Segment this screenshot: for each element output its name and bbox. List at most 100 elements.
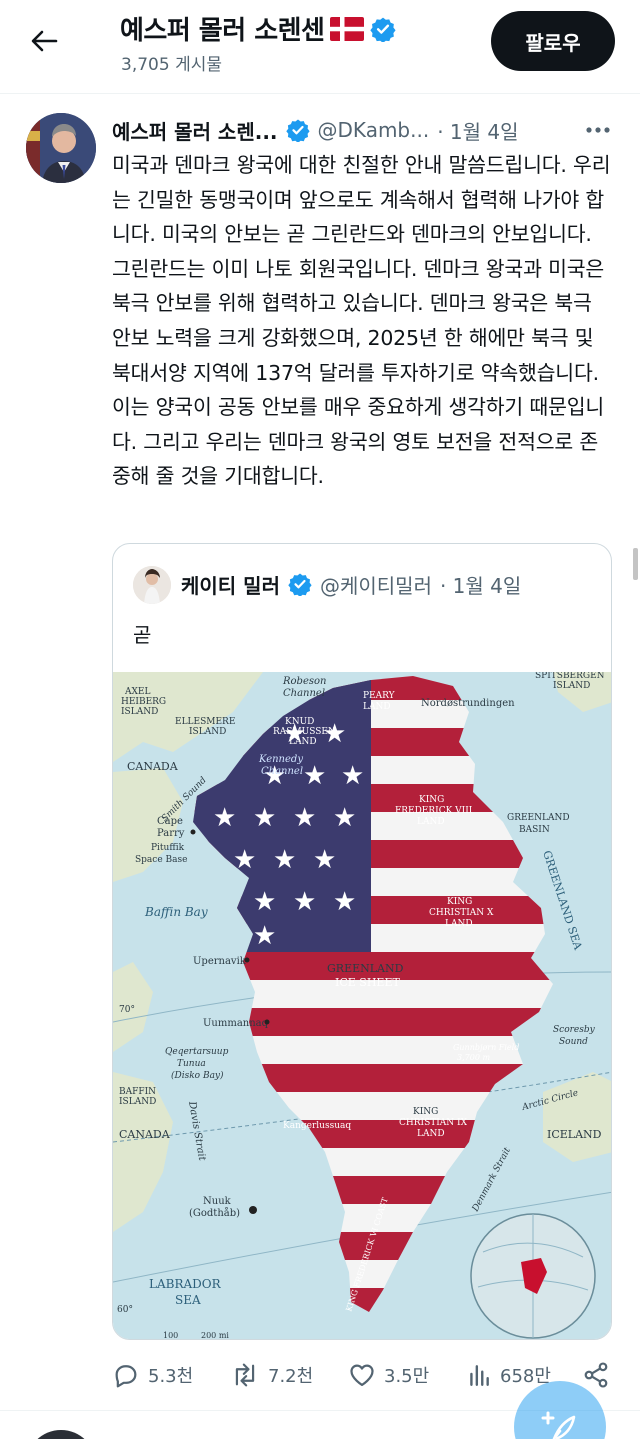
like-count: 3.5만 xyxy=(384,1366,430,1387)
label-space-base: Space Base xyxy=(135,855,187,865)
share-icon xyxy=(584,1362,608,1388)
label-axel: AXEL xyxy=(124,687,150,697)
label-iceland: ICELAND xyxy=(547,1128,602,1141)
label-frederick-viii: FREDERICK VIII xyxy=(395,806,473,816)
back-button[interactable] xyxy=(24,24,64,58)
svg-text:★: ★ xyxy=(333,803,356,833)
views-icon xyxy=(470,1365,489,1386)
svg-text:★: ★ xyxy=(253,921,276,951)
label-godthab: (Godthåb) xyxy=(189,1207,240,1219)
svg-text:★: ★ xyxy=(293,803,316,833)
quote-header: 케이티 밀러 @케이티밀러 · 1월 4일 xyxy=(181,568,521,600)
quote-author-handle: @케이티밀러 xyxy=(319,573,432,598)
svg-text:★: ★ xyxy=(293,887,316,917)
label-ice-sheet: ICE SHEET xyxy=(335,976,400,989)
label-tunua: Tunua xyxy=(177,1059,206,1069)
like-button[interactable]: 3.5만 xyxy=(348,1355,429,1395)
label-cape: Cape xyxy=(157,816,183,827)
label-scale-200: 200 mi xyxy=(201,1331,229,1340)
svg-text:★: ★ xyxy=(333,887,356,917)
label-king-christian-ix: KING xyxy=(413,1107,438,1117)
quote-date: · 1월 4일 xyxy=(439,573,522,598)
compose-icon xyxy=(541,1411,576,1439)
svg-text:★: ★ xyxy=(303,761,326,791)
repost-button[interactable]: 7.2천 xyxy=(230,1355,313,1395)
label-christian-ix: CHRISTIAN IX xyxy=(399,1118,468,1128)
label-labrador: LABRADOR xyxy=(149,1277,222,1291)
verified-badge-icon xyxy=(288,573,312,596)
svg-text:★: ★ xyxy=(341,761,364,791)
label-knud: KNUD xyxy=(285,717,314,727)
label-channel: Channel xyxy=(283,688,325,699)
more-button[interactable] xyxy=(584,118,612,142)
map-dot-uummannaq xyxy=(264,1019,270,1025)
reply-count: 5.3천 xyxy=(148,1366,194,1387)
label-qeqertarsuup: Qeqertarsuup xyxy=(165,1047,229,1057)
reply-button[interactable]: 5.3천 xyxy=(112,1355,193,1395)
label-frederick-land: LAND xyxy=(417,817,445,827)
label-ellesmere: ELLESMERE xyxy=(175,717,235,727)
map-dot-pituffik xyxy=(190,829,196,835)
next-tweet-avatar[interactable] xyxy=(26,1430,96,1439)
greenland-flag-map[interactable]: ★ ★ ★ ★ ★ ★ ★ ★ ★ ★ ★ ★ ★ ★ ★ ★ Robeson … xyxy=(113,672,612,1340)
verified-badge-icon xyxy=(370,17,397,42)
svg-text:★: ★ xyxy=(313,845,336,875)
inset-globe xyxy=(470,1213,596,1339)
tweet-header: 예스퍼 몰러 소렌... @DKamb... · 1월 4일 xyxy=(112,114,519,146)
label-labrador-sea: SEA xyxy=(175,1293,201,1307)
profile-title: 예스퍼 몰러 소렌센 xyxy=(120,10,397,47)
label-christian-x: CHRISTIAN X xyxy=(429,908,494,918)
repost-count: 7.2천 xyxy=(268,1366,314,1387)
label-parry: Parry xyxy=(157,828,185,839)
label-upernavik: Upernavik xyxy=(193,956,247,967)
label-kennedy-channel: Channel xyxy=(261,766,303,777)
label-baffin: BAFFIN xyxy=(119,1087,156,1097)
label-pituffik: Pituffik xyxy=(151,843,185,853)
label-christian-x-land: LAND xyxy=(445,919,473,929)
label-scale-100: 100 xyxy=(163,1331,178,1340)
label-baffin-bay: Baffin Bay xyxy=(144,905,208,919)
author-name[interactable]: 예스퍼 몰러 소렌... xyxy=(112,116,278,145)
label-gunnbjorn: Gunnbjørn Field xyxy=(453,1043,519,1052)
label-disko-bay: (Disko Bay) xyxy=(171,1070,224,1081)
label-canada-south: CANADA xyxy=(119,1128,171,1141)
post-count: 3,705 게시물 xyxy=(121,55,222,75)
label-christian-ix-land: LAND xyxy=(417,1129,445,1139)
svg-text:★: ★ xyxy=(253,803,276,833)
profile-name: 예스퍼 몰러 소렌센 xyxy=(120,16,325,46)
label-greenland-icesheet: GREENLAND xyxy=(327,962,404,975)
label-baffin-island: ISLAND xyxy=(119,1097,156,1107)
tweet-date[interactable]: · 1월 4일 xyxy=(437,116,518,145)
label-70-deg: 70° xyxy=(119,1005,135,1015)
scrollbar-thumb[interactable] xyxy=(633,548,638,580)
label-spitsbergen: SPITSBERGEN xyxy=(535,672,605,681)
quote-author-name: 케이티 밀러 xyxy=(181,573,280,598)
back-arrow-icon xyxy=(31,30,58,52)
reply-icon xyxy=(115,1365,137,1388)
label-king-christian-x: KING xyxy=(447,897,472,907)
tweet-text: 미국과 덴마크 왕국에 대한 친절한 안내 말씀드립니다. 우리는 긴밀한 동맹… xyxy=(112,153,611,489)
repost-icon xyxy=(235,1363,255,1387)
label-axel-island: ISLAND xyxy=(121,707,158,717)
author-avatar[interactable] xyxy=(26,113,96,183)
denmark-flag-icon xyxy=(330,16,365,41)
label-robeson: Robeson xyxy=(282,676,326,687)
profile-header: 예스퍼 몰러 소렌센 3,705 게시물 팔로우 xyxy=(0,0,640,92)
header-divider xyxy=(0,93,640,94)
quoted-tweet[interactable]: 케이티 밀러 @케이티밀러 · 1월 4일 곧 ★ ★ ★ ★ ★ ★ ★ ★ … xyxy=(112,543,612,1340)
follow-button[interactable]: 팔로우 xyxy=(491,11,615,71)
label-spitsbergen-island: ISLAND xyxy=(553,681,590,691)
label-basin: BASIN xyxy=(519,825,550,835)
label-uummannaq: Uummannaq xyxy=(203,1018,269,1029)
quote-author-avatar[interactable] xyxy=(133,566,171,604)
svg-text:★: ★ xyxy=(273,845,296,875)
quote-text: 곧 xyxy=(133,623,152,647)
label-rasmussen: RASMUSSEN xyxy=(273,727,336,737)
map-dot-nuuk xyxy=(249,1206,257,1214)
label-peary: PEARY xyxy=(363,691,396,701)
verified-badge-icon xyxy=(285,119,310,142)
label-scoresby: Scoresby xyxy=(553,1025,596,1035)
label-nuuk: Nuuk xyxy=(203,1196,232,1207)
author-handle[interactable]: @DKamb... xyxy=(318,118,430,142)
label-gunnbjorn-alt: 3,700 m xyxy=(457,1053,490,1062)
